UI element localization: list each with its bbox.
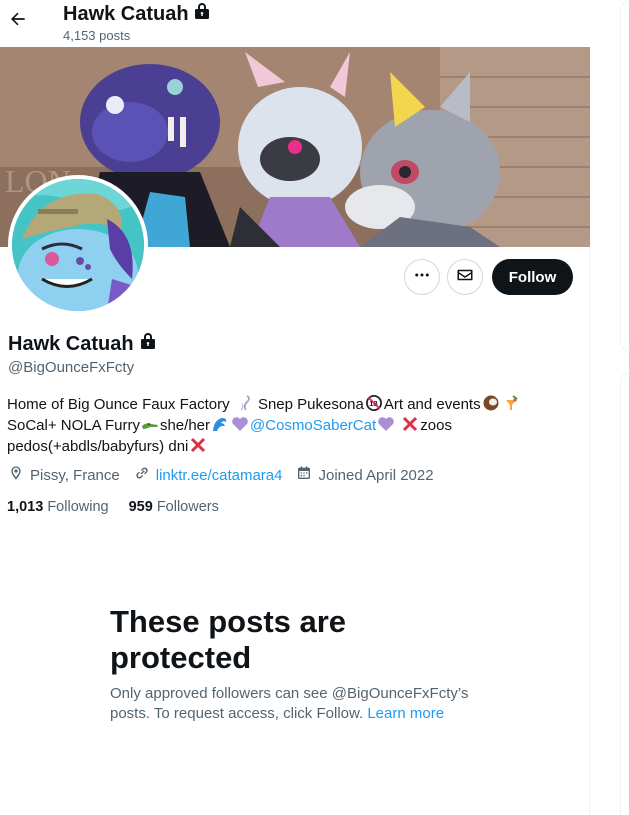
learn-more-link[interactable]: Learn more [367,705,444,722]
coconut-emoji-icon [482,394,500,412]
protected-message: Only approved followers can see @BigOunc… [110,684,482,724]
profile-stats: 1,013 Following 959 Followers [7,497,219,517]
profile-bio: Home of Big Ounce Faux Factory Snep Puke… [7,394,577,457]
bio-text: zoos [420,417,452,434]
purple-heart-emoji-icon [231,415,249,433]
profile-joined: Joined April 2022 [296,465,434,487]
profile-display-name: Hawk Catuah [8,333,134,355]
location-pin-icon [8,465,24,487]
profile-meta: Pissy, France linktr.ee/catamara4 Joined… [8,465,448,487]
yarn-emoji-icon [235,394,253,412]
bio-text: SoCal+ NOLA Furry [7,417,140,434]
more-horizontal-icon [413,266,431,289]
sidebar-card [620,0,629,352]
link-icon [134,465,150,487]
follow-button[interactable]: Follow [492,259,573,295]
profile-website: linktr.ee/catamara4 [134,465,283,487]
cross-mark-emoji-icon [401,415,419,433]
envelope-icon [456,266,474,289]
followers-label: Followers [156,499,219,515]
arrow-left-icon [8,9,28,34]
sidebar-card [620,372,629,815]
wave-emoji-icon [211,415,229,433]
bio-text: Home of Big Ounce Faux Factory [7,396,230,413]
following-label: Following [47,499,109,515]
crocodile-emoji-icon [141,415,159,433]
back-button[interactable] [2,5,34,37]
bio-text: pedos(+abdls/babyfurs) dni [7,438,189,455]
profile-location: Pissy, France [8,465,120,487]
bio-text: Snep Pukesona [257,396,364,413]
message-button[interactable] [447,259,483,295]
profile-name: Hawk Catuah [8,332,156,356]
profile-header-bar: Hawk Catuah 4,153 posts [0,0,590,47]
following-count: 1,013 [7,499,44,515]
profile-column: LON Hawk Catuah 4,153 posts Follow Hawk … [0,0,590,815]
more-options-button[interactable] [404,259,440,295]
calendar-icon [296,465,312,487]
lock-icon [194,2,210,26]
header-post-count: 4,153 posts [63,28,131,43]
followers-link[interactable]: 959 Followers [129,497,219,517]
followers-count: 959 [128,499,153,515]
profile-handle: @BigOunceFxFcty [8,359,135,376]
protected-title: These posts are protected [110,604,347,675]
purple-heart-emoji-icon [377,415,395,433]
avatar[interactable] [8,175,148,315]
website-link[interactable]: linktr.ee/catamara4 [156,466,283,486]
no-under-18-emoji-icon: 18 [365,394,383,412]
bio-text: she/her [159,417,211,434]
joined-text: Joined April 2022 [318,467,434,484]
right-sidebar [590,0,629,815]
header-name: Hawk Catuah [63,3,189,25]
bio-text: Art and events [383,396,481,413]
location-text: Pissy, France [30,467,120,484]
following-link[interactable]: 1,013 Following [7,497,109,517]
header-title: Hawk Catuah [63,2,210,26]
lock-icon [140,332,156,356]
tropical-drink-emoji-icon [502,394,520,412]
cross-mark-emoji-icon [189,436,207,454]
bio-mention-link[interactable]: @CosmoSaberCat [250,417,376,434]
